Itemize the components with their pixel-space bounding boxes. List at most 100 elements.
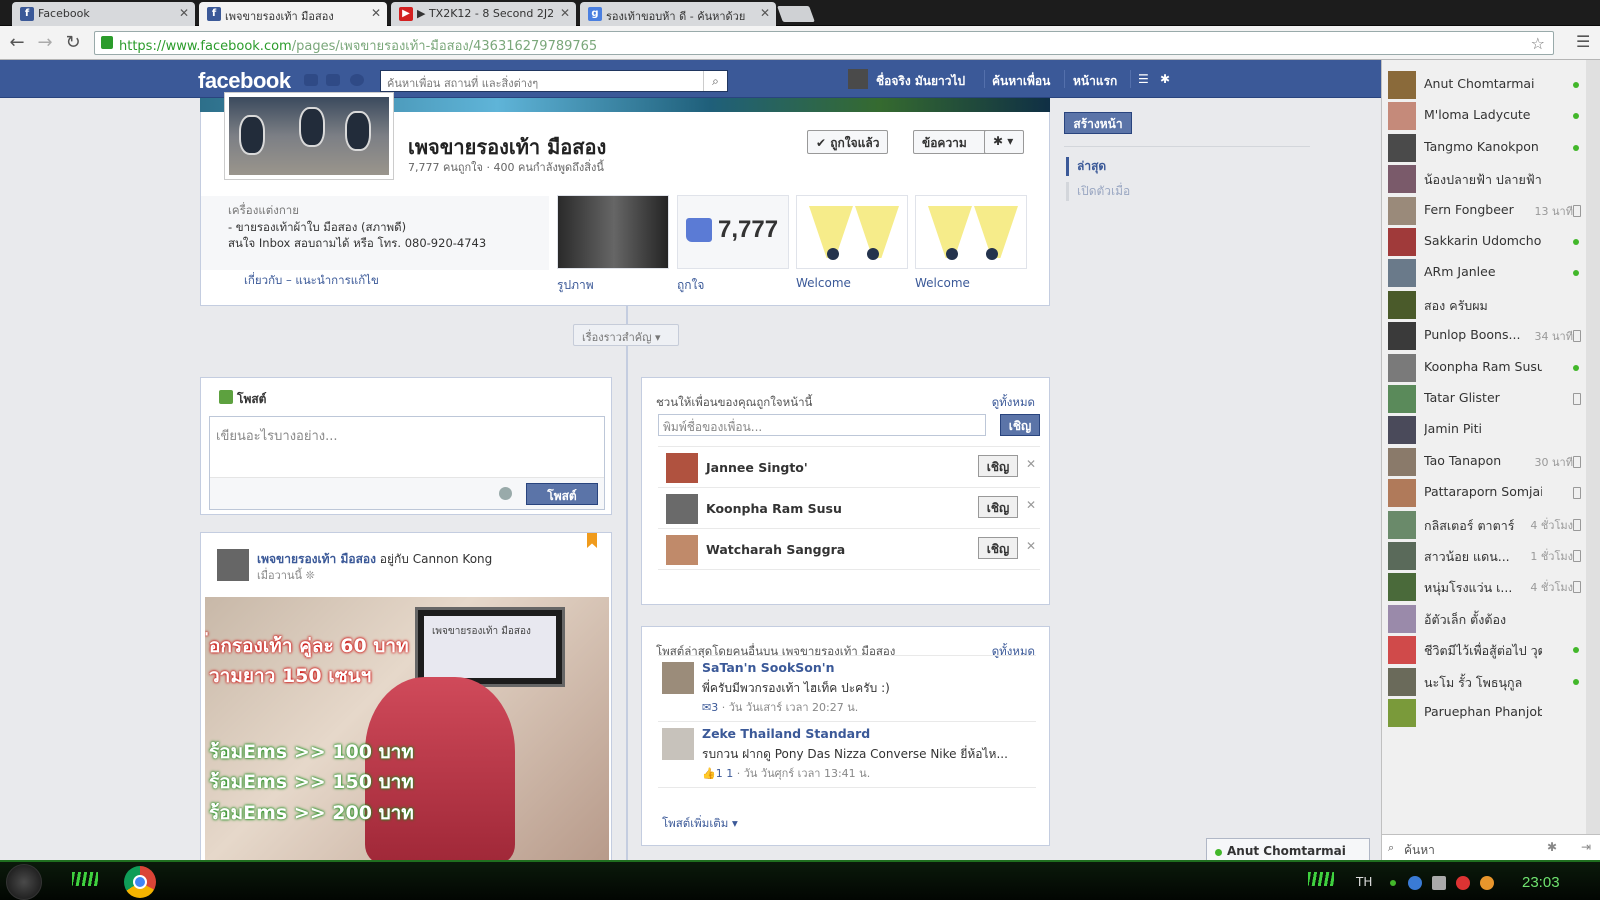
chat-friend-row[interactable]: นะโม รั้ว โพธนุกูล (1382, 665, 1587, 697)
post-time[interactable]: · วัน วันศุกร์ เวลา 13:41 น. (733, 767, 871, 780)
menu-icon[interactable]: ☰ (1576, 34, 1594, 50)
privacy-icon[interactable]: ☰ (1138, 72, 1149, 86)
chat-friend-row[interactable]: อ้ตัวเล็ก ตั้งต้อง (1382, 602, 1587, 634)
chat-friend-row[interactable]: Tao Tanapon 30 นาที (1382, 445, 1587, 477)
key-stories-dropdown[interactable]: เรื่องราวสำคัญ ▾ (573, 324, 679, 346)
likes-label[interactable]: ถูกใจ (677, 276, 704, 295)
chat-friend-row[interactable]: หนุ่มโรงแว่น เ... 4 ชั่วโมง (1382, 570, 1587, 602)
invite-button[interactable]: เชิญ (1000, 414, 1040, 436)
composer-input[interactable]: เขียนอะไรบางอย่าง... โพสต์ (209, 416, 605, 510)
like-comment-counts[interactable]: 1 1 (716, 767, 734, 780)
globe-icon[interactable] (499, 487, 512, 500)
composer-title[interactable]: โพสต์ (237, 390, 266, 409)
about-link[interactable]: เกี่ยวกับ – แนะนำการแก้ไข (244, 272, 379, 290)
timeline-nav-joined[interactable]: เปิดตัวเมื่อ (1066, 182, 1130, 201)
friend-name-input[interactable]: พิมพ์ชื่อของเพื่อน... (658, 414, 986, 436)
close-icon[interactable]: ✕ (560, 6, 570, 20)
like-icon[interactable]: 👍 (702, 767, 716, 780)
close-icon[interactable]: ✕ (179, 6, 189, 20)
search-icon[interactable]: ⌕ (703, 71, 727, 91)
chat-friend-row[interactable]: Anut Chomtarmai (1382, 68, 1587, 100)
new-tab-button[interactable] (777, 6, 815, 22)
friend-name[interactable]: Watcharah Sanggra (706, 542, 845, 557)
post-photo[interactable]: เพจขายรองเท้า มือสอง ่อกรองเท้า คู่ละ 60… (205, 597, 609, 861)
page-settings-button[interactable]: ✱ ▾ (984, 130, 1024, 154)
chat-friend-row[interactable]: ARm Janlee (1382, 256, 1587, 288)
post-button[interactable]: โพสต์ (526, 483, 598, 505)
avatar[interactable] (666, 494, 698, 524)
browser-tab-google[interactable]: g รองเท้าขอบห้า ดี - ค้นหาด้วย ✕ (580, 2, 776, 26)
alert-icon[interactable] (1456, 876, 1470, 890)
reload-icon[interactable]: ↻ (62, 32, 84, 54)
search-input[interactable]: ค้นหาเพื่อน สถานที่ และสิ่งต่างๆ ⌕ (380, 70, 728, 92)
invite-friend-button[interactable]: เชิญ (978, 537, 1018, 559)
gear-icon[interactable]: ✱ (1160, 72, 1170, 86)
chat-friend-row[interactable]: สาวน้อย แดน... 1 ชั่วโมง (1382, 539, 1587, 571)
chat-friend-row[interactable]: M'loma Ladycute (1382, 99, 1587, 131)
friend-requests-icon[interactable] (304, 74, 318, 86)
chat-friend-row[interactable]: Punlop Boons... 34 นาที (1382, 319, 1587, 351)
chat-friend-row[interactable]: สอง ครับผม (1382, 288, 1587, 320)
chat-friend-row[interactable]: Sakkarin Udomchok (1382, 225, 1587, 257)
avatar[interactable] (666, 453, 698, 483)
messages-icon[interactable] (326, 74, 340, 86)
timeline-nav-recent[interactable]: ล่าสุด (1066, 157, 1106, 176)
highlight-bookmark-icon[interactable] (587, 533, 597, 548)
start-button[interactable] (6, 864, 42, 900)
close-icon[interactable]: ✕ (1026, 498, 1036, 512)
browser-tab-facebook[interactable]: f Facebook ✕ (12, 2, 195, 26)
avatar[interactable] (662, 662, 694, 694)
profile-link[interactable]: ชื่อจริง มันยาวไป (876, 72, 965, 91)
friend-name[interactable]: Jannee Singto' (706, 460, 808, 475)
chat-friend-row[interactable]: Tatar Glister (1382, 382, 1587, 414)
close-icon[interactable]: ✕ (1026, 457, 1036, 471)
chat-friend-row[interactable]: ชีวิตมีไว้เพื่อสู้ต่อไป วุฒิ... (1382, 633, 1587, 665)
friend-name[interactable]: Koonpha Ram Susu (706, 501, 842, 516)
clock[interactable]: 23:03 (1522, 874, 1560, 891)
close-icon[interactable]: ✕ (371, 6, 381, 20)
chat-friend-row[interactable]: Pattaraporn Somjai (1382, 476, 1587, 508)
invite-see-all-link[interactable]: ดูทั้งหมด (992, 394, 1035, 412)
welcome-tile[interactable] (796, 195, 908, 269)
invite-friend-button[interactable]: เชิญ (978, 496, 1018, 518)
create-page-button[interactable]: สร้างหน้า (1064, 112, 1132, 134)
network-icon[interactable] (1408, 876, 1422, 890)
welcome-tile[interactable] (915, 195, 1027, 269)
welcome-label[interactable]: Welcome (796, 276, 851, 290)
forward-icon[interactable]: → (34, 32, 56, 54)
invite-friend-button[interactable]: เชิญ (978, 455, 1018, 477)
post-author-link[interactable]: เพจขายรองเท้า มือสอง (257, 552, 376, 566)
volume-icon[interactable] (1432, 876, 1446, 890)
chat-friend-row[interactable]: กลิสเตอร์ ตาตาร์ 4 ชั่วโมง (1382, 508, 1587, 540)
chat-tab[interactable]: Anut Chomtarmai (1206, 838, 1370, 862)
bookmark-star-icon[interactable]: ☆ (1531, 34, 1545, 53)
browser-tab-page[interactable]: f เพจขายรองเท้า มือสอง ✕ (199, 2, 387, 26)
photos-label[interactable]: รูปภาพ (557, 276, 594, 295)
chat-friend-row[interactable]: Koonpha Ram Susu (1382, 351, 1587, 383)
chat-friend-row[interactable]: Fern Fongbeer 13 นาที (1382, 194, 1587, 226)
chrome-taskbar-icon[interactable] (124, 866, 156, 898)
chat-friend-row[interactable]: Paruephan PhanjobSi... (1382, 696, 1587, 728)
scrollbar[interactable] (1586, 60, 1600, 860)
gear-icon[interactable]: ✱ (1547, 840, 1557, 854)
avatar[interactable] (662, 728, 694, 760)
facebook-logo[interactable]: facebook (198, 68, 291, 94)
chat-friend-row[interactable]: Tangmo Kanokpon (1382, 131, 1587, 163)
home-link[interactable]: หน้าแรก (1073, 72, 1117, 91)
browser-tab-youtube[interactable]: ▶ ▶ TX2K12 - 8 Second 2J2 ✕ (391, 2, 576, 26)
popout-icon[interactable]: ⇥ (1581, 840, 1591, 854)
close-icon[interactable]: ✕ (1026, 539, 1036, 553)
profile-picture[interactable] (224, 92, 394, 180)
post-time[interactable]: เมื่อวานนี้ ❊ (257, 566, 315, 584)
poster-name[interactable]: SaTan'n SookSon'n (702, 660, 834, 675)
notifications-icon[interactable] (350, 74, 364, 86)
avatar[interactable] (848, 69, 868, 89)
comment-icon[interactable]: ✉ (702, 701, 711, 714)
post-time[interactable]: · วัน วันเสาร์ เวลา 20:27 น. (718, 701, 859, 714)
more-posts-link[interactable]: โพสต์เพิ่มเติม ▾ (662, 815, 738, 833)
chat-search-input[interactable]: ⌕ ค้นหา ✱ ⇥ (1382, 834, 1600, 860)
chat-friend-row[interactable]: Jamin Piti (1382, 413, 1587, 445)
app-tray-icon[interactable] (1480, 876, 1494, 890)
back-icon[interactable]: ← (6, 32, 28, 54)
language-indicator[interactable]: TH (1356, 875, 1372, 889)
